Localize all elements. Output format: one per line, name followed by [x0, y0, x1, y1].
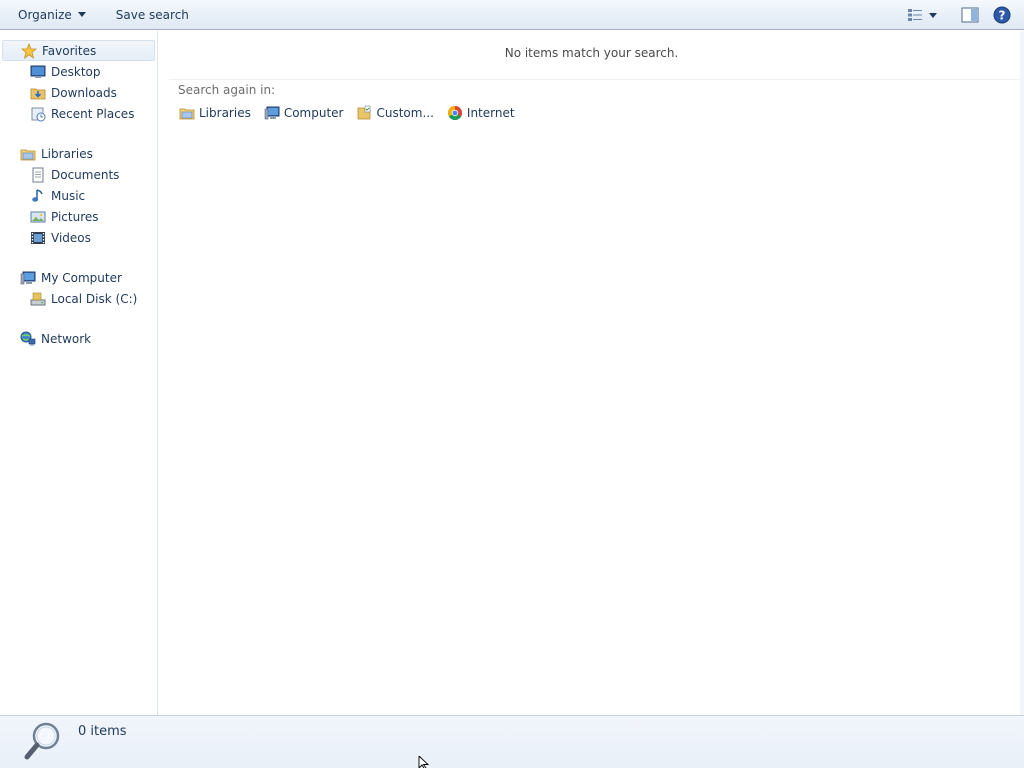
nav-item-downloads[interactable]: Downloads: [0, 82, 157, 103]
nav-item-documents[interactable]: Documents: [0, 164, 157, 185]
divider: [169, 79, 1024, 80]
computer-icon: [264, 106, 280, 120]
organize-button[interactable]: Organize: [10, 3, 94, 27]
downloads-folder-icon: [30, 88, 46, 99]
search-location-label: Computer: [283, 106, 344, 120]
chevron-down-icon: [77, 12, 86, 17]
nav-my-computer[interactable]: My Computer: [0, 267, 157, 288]
music-icon: [32, 188, 43, 202]
search-location-label: Custom...: [376, 106, 434, 120]
libraries-icon: [179, 108, 195, 120]
nav-item-label: Desktop: [51, 64, 101, 79]
organize-label: Organize: [18, 7, 72, 22]
explorer-window: Organize Save search ? Favorites Desktop…: [0, 0, 1024, 768]
save-search-button[interactable]: Save search: [108, 3, 197, 27]
search-location-libraries[interactable]: Libraries: [179, 103, 251, 123]
search-location-internet[interactable]: Internet: [447, 103, 515, 123]
local-disk-icon: [30, 292, 46, 305]
nav-item-label: Local Disk (C:): [51, 291, 138, 306]
details-pane: 0 items: [0, 715, 1024, 768]
scrollbar-edge: [1020, 31, 1024, 715]
nav-item-videos[interactable]: Videos: [0, 227, 157, 248]
nav-favorites[interactable]: Favorites: [2, 40, 155, 61]
network-icon: [20, 331, 36, 345]
view-chevron-down-icon: [929, 12, 937, 18]
view-options-icon: [908, 9, 922, 21]
save-search-label: Save search: [115, 7, 189, 22]
nav-item-recent-places[interactable]: Recent Places: [0, 103, 157, 124]
nav-item-local-disk[interactable]: Local Disk (C:): [0, 288, 157, 309]
nav-item-pictures[interactable]: Pictures: [0, 206, 157, 227]
documents-icon: [32, 167, 44, 182]
empty-results-message: No items match your search.: [504, 46, 679, 60]
mouse-cursor-icon: [418, 756, 430, 768]
nav-favorites-label: Favorites: [42, 43, 97, 58]
recent-places-icon: [31, 107, 46, 121]
preview-pane-button[interactable]: [958, 3, 982, 27]
nav-network-label: Network: [41, 331, 92, 346]
network-group: Network: [0, 328, 157, 349]
help-icon: ?: [993, 6, 1011, 24]
search-again-locations: Libraries Computer Custom... Internet: [179, 103, 515, 123]
search-location-label: Internet: [466, 106, 515, 120]
nav-item-label: Recent Places: [51, 106, 135, 121]
videos-icon: [31, 231, 45, 244]
desktop-icon: [30, 65, 46, 78]
pictures-icon: [30, 211, 46, 222]
nav-network[interactable]: Network: [0, 328, 157, 349]
search-location-custom[interactable]: Custom...: [356, 103, 434, 123]
search-magnifier-icon: [24, 722, 60, 760]
nav-item-music[interactable]: Music: [0, 185, 157, 206]
nav-libraries-label: Libraries: [41, 146, 93, 161]
libraries-group: Libraries Documents Music Pictures Video…: [0, 143, 157, 248]
search-location-computer[interactable]: Computer: [264, 103, 344, 123]
nav-item-label: Videos: [51, 230, 91, 245]
item-count: 0 items: [78, 724, 127, 739]
chrome-icon: [447, 106, 462, 120]
favorites-group: Favorites Desktop Downloads Recent Place…: [0, 40, 157, 124]
nav-my-computer-label: My Computer: [41, 270, 122, 285]
navigation-pane: Favorites Desktop Downloads Recent Place…: [0, 31, 158, 715]
search-location-label: Libraries: [199, 106, 251, 120]
view-options-button[interactable]: [904, 3, 940, 27]
preview-pane-icon: [961, 7, 979, 23]
nav-item-desktop[interactable]: Desktop: [0, 61, 157, 82]
nav-item-label: Documents: [51, 167, 120, 182]
nav-item-label: Downloads: [51, 85, 117, 100]
computer-icon: [20, 271, 36, 284]
svg-text:?: ?: [999, 9, 1006, 23]
star-icon: [21, 42, 37, 59]
libraries-folder-icon: [20, 149, 36, 160]
nav-libraries[interactable]: Libraries: [0, 143, 157, 164]
nav-item-label: Pictures: [51, 209, 99, 224]
nav-item-label: Music: [51, 188, 86, 203]
command-bar: Organize Save search ?: [0, 0, 1024, 30]
custom-folder-icon: [358, 105, 371, 120]
search-again-label: Search again in:: [178, 83, 276, 97]
computer-group: My Computer Local Disk (C:): [0, 267, 157, 309]
help-button[interactable]: ?: [990, 3, 1014, 27]
file-list-area[interactable]: No items match your search. Search again…: [159, 31, 1024, 715]
